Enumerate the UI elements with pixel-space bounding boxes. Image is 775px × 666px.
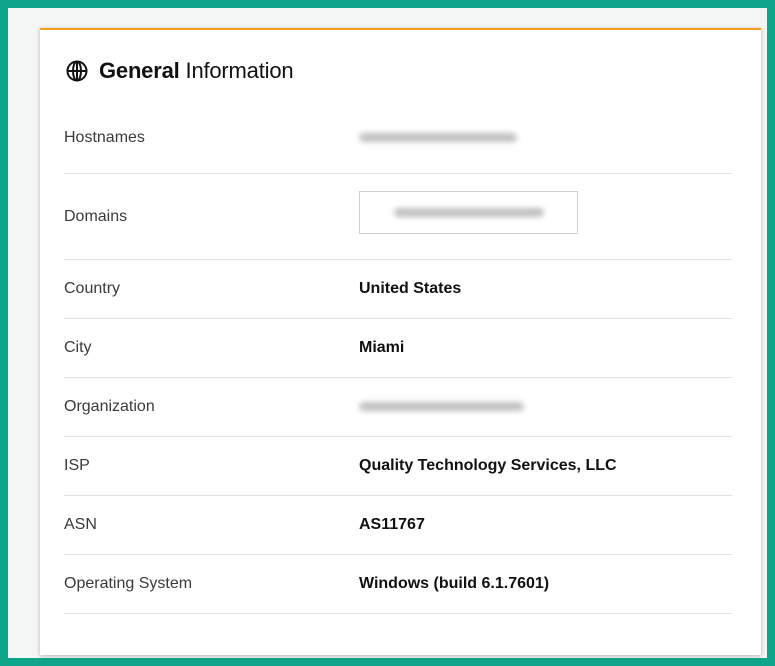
row-organization: Organization xyxy=(64,378,732,437)
info-table: Hostnames Domains Country United States … xyxy=(64,102,732,614)
row-domains: Domains xyxy=(64,174,732,260)
asn-value: AS11767 xyxy=(359,516,425,533)
hostname-value-redacted[interactable] xyxy=(359,129,517,147)
row-label: ISP xyxy=(64,457,90,474)
row-asn: ASN AS11767 xyxy=(64,496,732,555)
row-isp: ISP Quality Technology Services, LLC xyxy=(64,437,732,496)
screenshot-frame: General Information Hostnames Domains Co… xyxy=(0,0,775,666)
domain-link-box[interactable] xyxy=(359,191,578,234)
globe-icon xyxy=(66,60,88,82)
operating-system-value: Windows (build 6.1.7601) xyxy=(359,575,550,592)
row-country: Country United States xyxy=(64,260,732,319)
redacted-text xyxy=(359,402,524,411)
isp-value: Quality Technology Services, LLC xyxy=(359,457,617,474)
city-value: Miami xyxy=(359,339,405,356)
organization-value-redacted[interactable] xyxy=(359,398,524,416)
card-title-strong: General xyxy=(99,58,180,83)
row-label: Hostnames xyxy=(64,128,145,146)
row-label: Organization xyxy=(64,398,155,415)
row-label: Country xyxy=(64,280,121,297)
redacted-text xyxy=(359,132,517,142)
card-header: General Information xyxy=(66,58,294,84)
card-title-rest: Information xyxy=(185,58,294,83)
row-city: City Miami xyxy=(64,319,732,378)
row-label: Operating System xyxy=(64,575,193,592)
general-information-card: General Information Hostnames Domains Co… xyxy=(40,28,761,655)
redacted-text xyxy=(393,208,544,217)
row-operating-system: Operating System Windows (build 6.1.7601… xyxy=(64,555,732,614)
row-label: Domains xyxy=(64,207,128,225)
country-value: United States xyxy=(359,280,462,297)
row-label: City xyxy=(64,339,92,356)
row-label: ASN xyxy=(64,516,97,533)
row-hostnames: Hostnames xyxy=(64,102,732,174)
